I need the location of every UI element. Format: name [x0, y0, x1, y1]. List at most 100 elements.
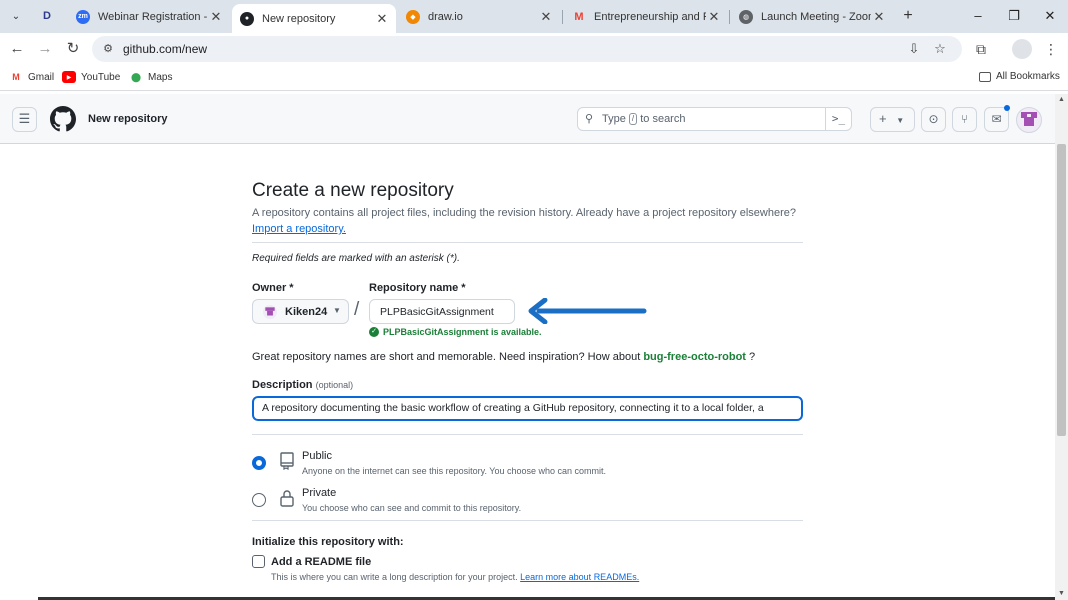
tab-separator	[562, 10, 563, 24]
page-scrollbar[interactable]: ▲ ▼	[1055, 94, 1068, 600]
command-palette-icon[interactable]: >_	[825, 108, 851, 130]
restore-icon[interactable]: ❐	[1005, 7, 1023, 25]
pinned-tab-label: D	[43, 10, 51, 22]
readme-label[interactable]: Add a README file	[271, 556, 371, 568]
availability-message: ✓ PLPBasicGitAssignment is available.	[369, 327, 542, 337]
install-app-icon[interactable]: ⇩	[906, 41, 922, 57]
owner-value: Kiken24	[285, 306, 328, 318]
tab-title: draw.io	[428, 10, 463, 23]
address-bar: ← → ↻ ⚙ github.com/new ⇩ ☆	[0, 33, 1068, 65]
close-icon[interactable]: ✕	[706, 9, 722, 25]
search-suffix: to search	[640, 113, 686, 125]
window-close-icon[interactable]: ✕	[1041, 7, 1059, 25]
page-header-title: New repository	[88, 113, 168, 125]
menu-icon[interactable]: ☰	[12, 107, 37, 132]
tab-title: Webinar Registration - Zoom	[98, 10, 208, 23]
inspiration-end: ?	[749, 351, 756, 363]
search-input[interactable]: ⚲ Type / to search >_	[577, 107, 852, 131]
all-bookmarks-label: All Bookmarks	[996, 71, 1060, 82]
youtube-icon: ▶	[62, 71, 76, 83]
back-icon[interactable]: ←	[8, 40, 26, 58]
inspiration-lead: Great repository names are short and mem…	[252, 351, 641, 363]
avatar[interactable]	[1016, 107, 1042, 133]
bookmark-label: Maps	[148, 71, 173, 83]
bookmark-label: Gmail	[28, 71, 55, 83]
description-label: Description (optional)	[252, 379, 353, 391]
browser-menu-icon[interactable]: ⋮	[1042, 40, 1060, 58]
extensions-icon[interactable]: ⧉	[972, 40, 990, 58]
identicon-icon	[1021, 112, 1037, 126]
scroll-thumb[interactable]	[1057, 144, 1066, 436]
bookmark-maps[interactable]: ⬤ Maps	[129, 71, 173, 83]
new-tab-icon[interactable]: +	[899, 7, 917, 25]
drawio-icon: ◆	[406, 9, 420, 24]
github-header: ☰ New repository ⚲ Type / to search >_ +…	[0, 94, 1055, 144]
chevron-down-icon: ▼	[333, 306, 341, 315]
availability-text: PLPBasicGitAssignment is available.	[383, 327, 542, 337]
pinned-tab[interactable]: D	[36, 7, 58, 25]
private-radio[interactable]	[252, 493, 266, 507]
close-icon[interactable]: ✕	[208, 9, 224, 25]
repository-name-input[interactable]	[369, 299, 515, 324]
tab-webinar-registration[interactable]: zm Webinar Registration - Zoom ✕	[68, 4, 230, 29]
forward-icon[interactable]: →	[36, 40, 54, 58]
tab-separator	[729, 10, 730, 24]
tab-new-repository[interactable]: ● New repository ✕	[232, 4, 396, 33]
learn-more-readmes-link[interactable]: Learn more about READMEs.	[520, 572, 639, 582]
public-radio[interactable]	[252, 456, 266, 470]
owner-avatar-icon	[263, 305, 277, 319]
reload-icon[interactable]: ↻	[64, 40, 82, 58]
close-icon[interactable]: ✕	[871, 9, 887, 25]
description-input[interactable]: A repository documenting the basic workf…	[252, 396, 803, 421]
minimize-icon[interactable]: –	[969, 7, 987, 25]
bookmark-star-icon[interactable]: ☆	[932, 41, 948, 57]
readme-checkbox[interactable]	[252, 555, 265, 568]
public-title: Public	[302, 450, 332, 462]
bookmarks-bar: M Gmail ▶ YouTube ⬤ Maps All Bookmarks	[0, 65, 1068, 91]
pull-requests-icon[interactable]: ⑂	[952, 107, 977, 132]
optional-tag: (optional)	[315, 380, 354, 390]
search-shortcut-key: /	[628, 113, 638, 125]
divider	[252, 520, 803, 521]
tab-launch-meeting[interactable]: ◍ Launch Meeting - Zoom ✕	[731, 4, 893, 29]
bookmark-gmail[interactable]: M Gmail	[9, 71, 54, 83]
tab-title: New repository	[262, 12, 336, 25]
page-lead-text: A repository contains all project files,…	[252, 207, 796, 219]
tab-drawio[interactable]: ◆ draw.io ✕	[398, 4, 560, 29]
close-icon[interactable]: ✕	[374, 11, 390, 27]
create-new-button[interactable]: + ▼	[870, 107, 915, 132]
issues-icon[interactable]: ⊙	[921, 107, 946, 132]
all-bookmarks[interactable]: All Bookmarks	[979, 71, 1060, 82]
search-icon: ⚲	[585, 113, 594, 125]
url-text[interactable]: github.com/new	[123, 42, 207, 56]
browser-tab-bar: ⌄ D zm Webinar Registration - Zoom ✕ ● N…	[0, 0, 1068, 33]
bookmark-youtube[interactable]: ▶ YouTube	[62, 71, 120, 83]
import-repository-link[interactable]: Import a repository.	[252, 223, 346, 235]
scroll-down-icon[interactable]: ▼	[1055, 588, 1068, 600]
folder-icon	[979, 71, 991, 82]
scroll-up-icon[interactable]: ▲	[1055, 94, 1068, 106]
initialize-title: Initialize this repository with:	[252, 536, 404, 548]
name-suggestion-link[interactable]: bug-free-octo-robot	[643, 351, 746, 363]
close-icon[interactable]: ✕	[538, 9, 554, 25]
owner-select[interactable]: Kiken24 ▼	[252, 299, 349, 324]
site-info-icon[interactable]: ⚙	[100, 41, 116, 57]
omnibox[interactable]: ⚙ github.com/new ⇩ ☆	[92, 36, 962, 62]
github-logo-icon[interactable]	[50, 106, 76, 132]
gmail-icon: M	[12, 72, 20, 82]
divider	[252, 242, 803, 243]
page-title: Create a new repository	[252, 180, 454, 201]
globe-icon: ◍	[739, 9, 753, 24]
check-circle-icon: ✓	[369, 327, 379, 337]
profile-avatar[interactable]	[1012, 39, 1032, 59]
private-title: Private	[302, 487, 337, 499]
tab-title: Launch Meeting - Zoom	[761, 10, 871, 23]
tab-search-chevron-icon[interactable]: ⌄	[6, 6, 26, 26]
zoom-icon: zm	[76, 9, 90, 24]
tab-entrepreneurship[interactable]: M Entrepreneurship and Personal ✕	[564, 4, 728, 29]
search-placeholder: Type / to search	[602, 113, 685, 125]
inspiration-text: Great repository names are short and mem…	[252, 351, 755, 363]
readme-sub-text: This is where you can write a long descr…	[271, 572, 518, 582]
bookmark-label: YouTube	[81, 71, 121, 83]
search-prefix: Type	[602, 113, 626, 125]
